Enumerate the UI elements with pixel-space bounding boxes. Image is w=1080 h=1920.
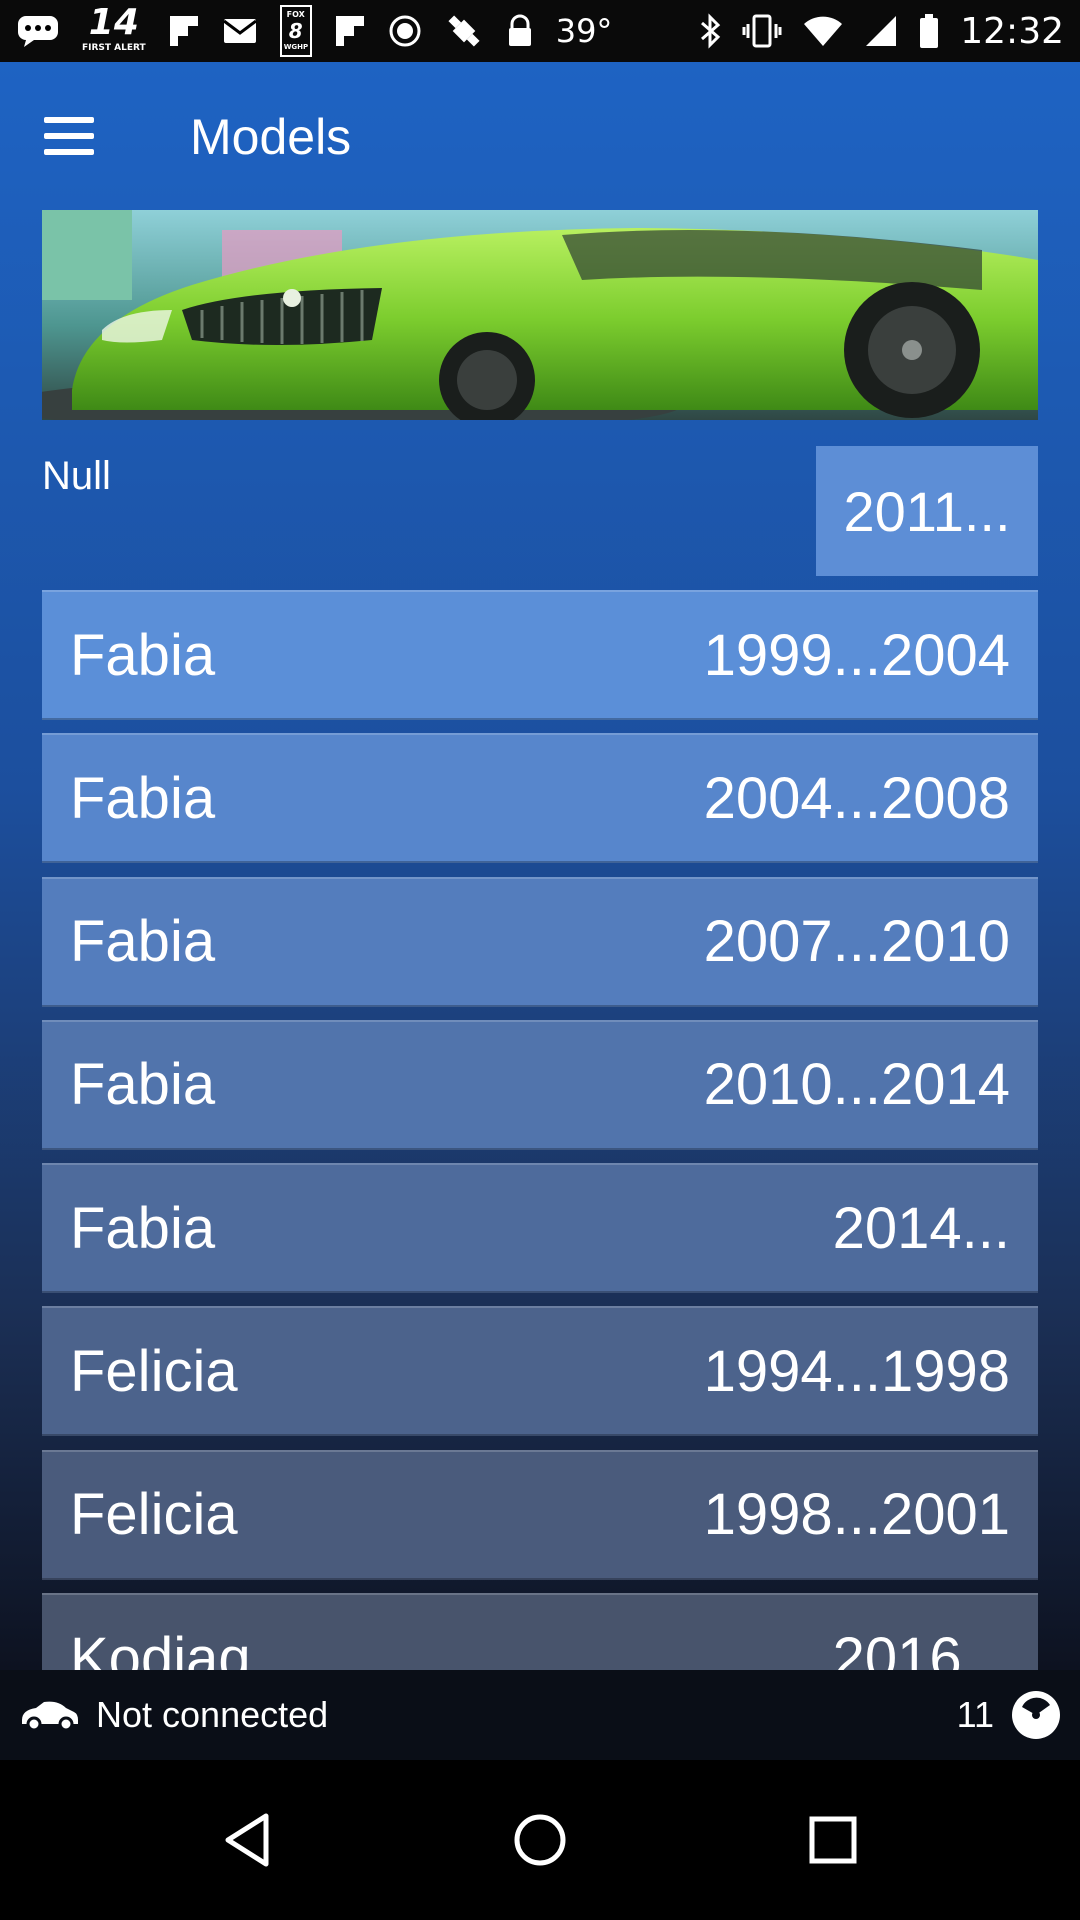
- model-row[interactable]: Fabia 2004...2008: [42, 733, 1038, 864]
- mail-icon: [222, 19, 257, 43]
- toolbar: Models: [0, 62, 1080, 212]
- connection-status: Not connected: [96, 1694, 329, 1735]
- battery-icon: [920, 14, 939, 48]
- counter-value: 11: [956, 1694, 994, 1735]
- hamburger-menu-icon[interactable]: [44, 117, 100, 157]
- flipboard-icon: [169, 16, 198, 46]
- model-name: Fabia: [70, 1195, 216, 1261]
- model-name: Fabia: [70, 765, 216, 831]
- home-icon[interactable]: [500, 1800, 580, 1880]
- model-row[interactable]: Fabia 2014...: [42, 1163, 1038, 1294]
- car-icon: [22, 1701, 78, 1732]
- model-name: Felicia: [70, 1482, 238, 1548]
- lock-icon: [508, 14, 531, 46]
- system-icons: 12:32: [698, 11, 1064, 52]
- model-list: Fabia 1999...2004 Fabia 2004...2008 Fabi…: [42, 590, 1038, 1670]
- gauge-icon[interactable]: [1010, 1689, 1062, 1741]
- status-bar: 14 FIRST ALERT FOX 8 WGHP 39° 12:32: [0, 0, 1080, 62]
- model-row[interactable]: Felicia 1994...1998: [42, 1306, 1038, 1437]
- model-years: 2004...2008: [703, 765, 1010, 831]
- model-years: 1999...2004: [703, 622, 1010, 688]
- model-name: Felicia: [70, 1338, 238, 1404]
- model-row[interactable]: Fabia 1999...2004: [42, 590, 1038, 720]
- page-title: Models: [190, 109, 352, 165]
- model-years: 2010...2014: [703, 1052, 1010, 1118]
- model-name: Fabia: [70, 622, 216, 688]
- car-hero-image: [42, 210, 1038, 420]
- model-row[interactable]: Felicia 1998...2001: [42, 1449, 1038, 1580]
- notification-icons: 14 FIRST ALERT FOX 8 WGHP 39°: [16, 5, 698, 57]
- bluetooth-icon: [701, 13, 721, 49]
- model-name: Fabia: [70, 909, 216, 975]
- model-name: Fabia: [70, 1052, 216, 1118]
- wifi-icon: [804, 16, 843, 46]
- model-row[interactable]: Fabia 2007...2010: [42, 876, 1038, 1007]
- chat-bubble-icon: [18, 16, 58, 47]
- navigation-bar: [0, 1760, 1080, 1920]
- app-content: Models Null 2011... Fabia 1999...2004 Fa…: [0, 62, 1080, 1670]
- vibrate-icon: [742, 14, 782, 48]
- model-years: 2011...: [816, 446, 1038, 576]
- clock: 12:32: [960, 10, 1064, 52]
- recents-icon[interactable]: [793, 1800, 873, 1880]
- fake-gps-icon: [448, 15, 480, 47]
- model-years: 2014...: [832, 1195, 1010, 1261]
- first-alert-14-icon: 14 FIRST ALERT: [82, 2, 146, 54]
- connection-bar: Not connected 11: [0, 1670, 1080, 1760]
- model-row[interactable]: Kodiaq 2016...: [42, 1593, 1038, 1670]
- model-years: 1998...2001: [703, 1482, 1010, 1548]
- block-icon: [389, 15, 421, 47]
- signal-icon: [866, 16, 897, 46]
- model-name: Kodiaq: [70, 1625, 251, 1670]
- temperature: 39°: [555, 12, 613, 50]
- model-name: Null: [42, 454, 111, 498]
- fox8-icon: FOX 8 WGHP: [279, 5, 312, 57]
- car-illustration: [42, 210, 1038, 420]
- model-years: 1994...1998: [703, 1338, 1010, 1404]
- model-years: 2016...: [832, 1625, 1010, 1670]
- flipboard-icon: [335, 16, 364, 46]
- model-header-item[interactable]: Null 2011...: [42, 446, 1038, 576]
- back-icon[interactable]: [207, 1800, 287, 1880]
- model-years: 2007...2010: [703, 909, 1010, 975]
- model-row[interactable]: Fabia 2010...2014: [42, 1019, 1038, 1150]
